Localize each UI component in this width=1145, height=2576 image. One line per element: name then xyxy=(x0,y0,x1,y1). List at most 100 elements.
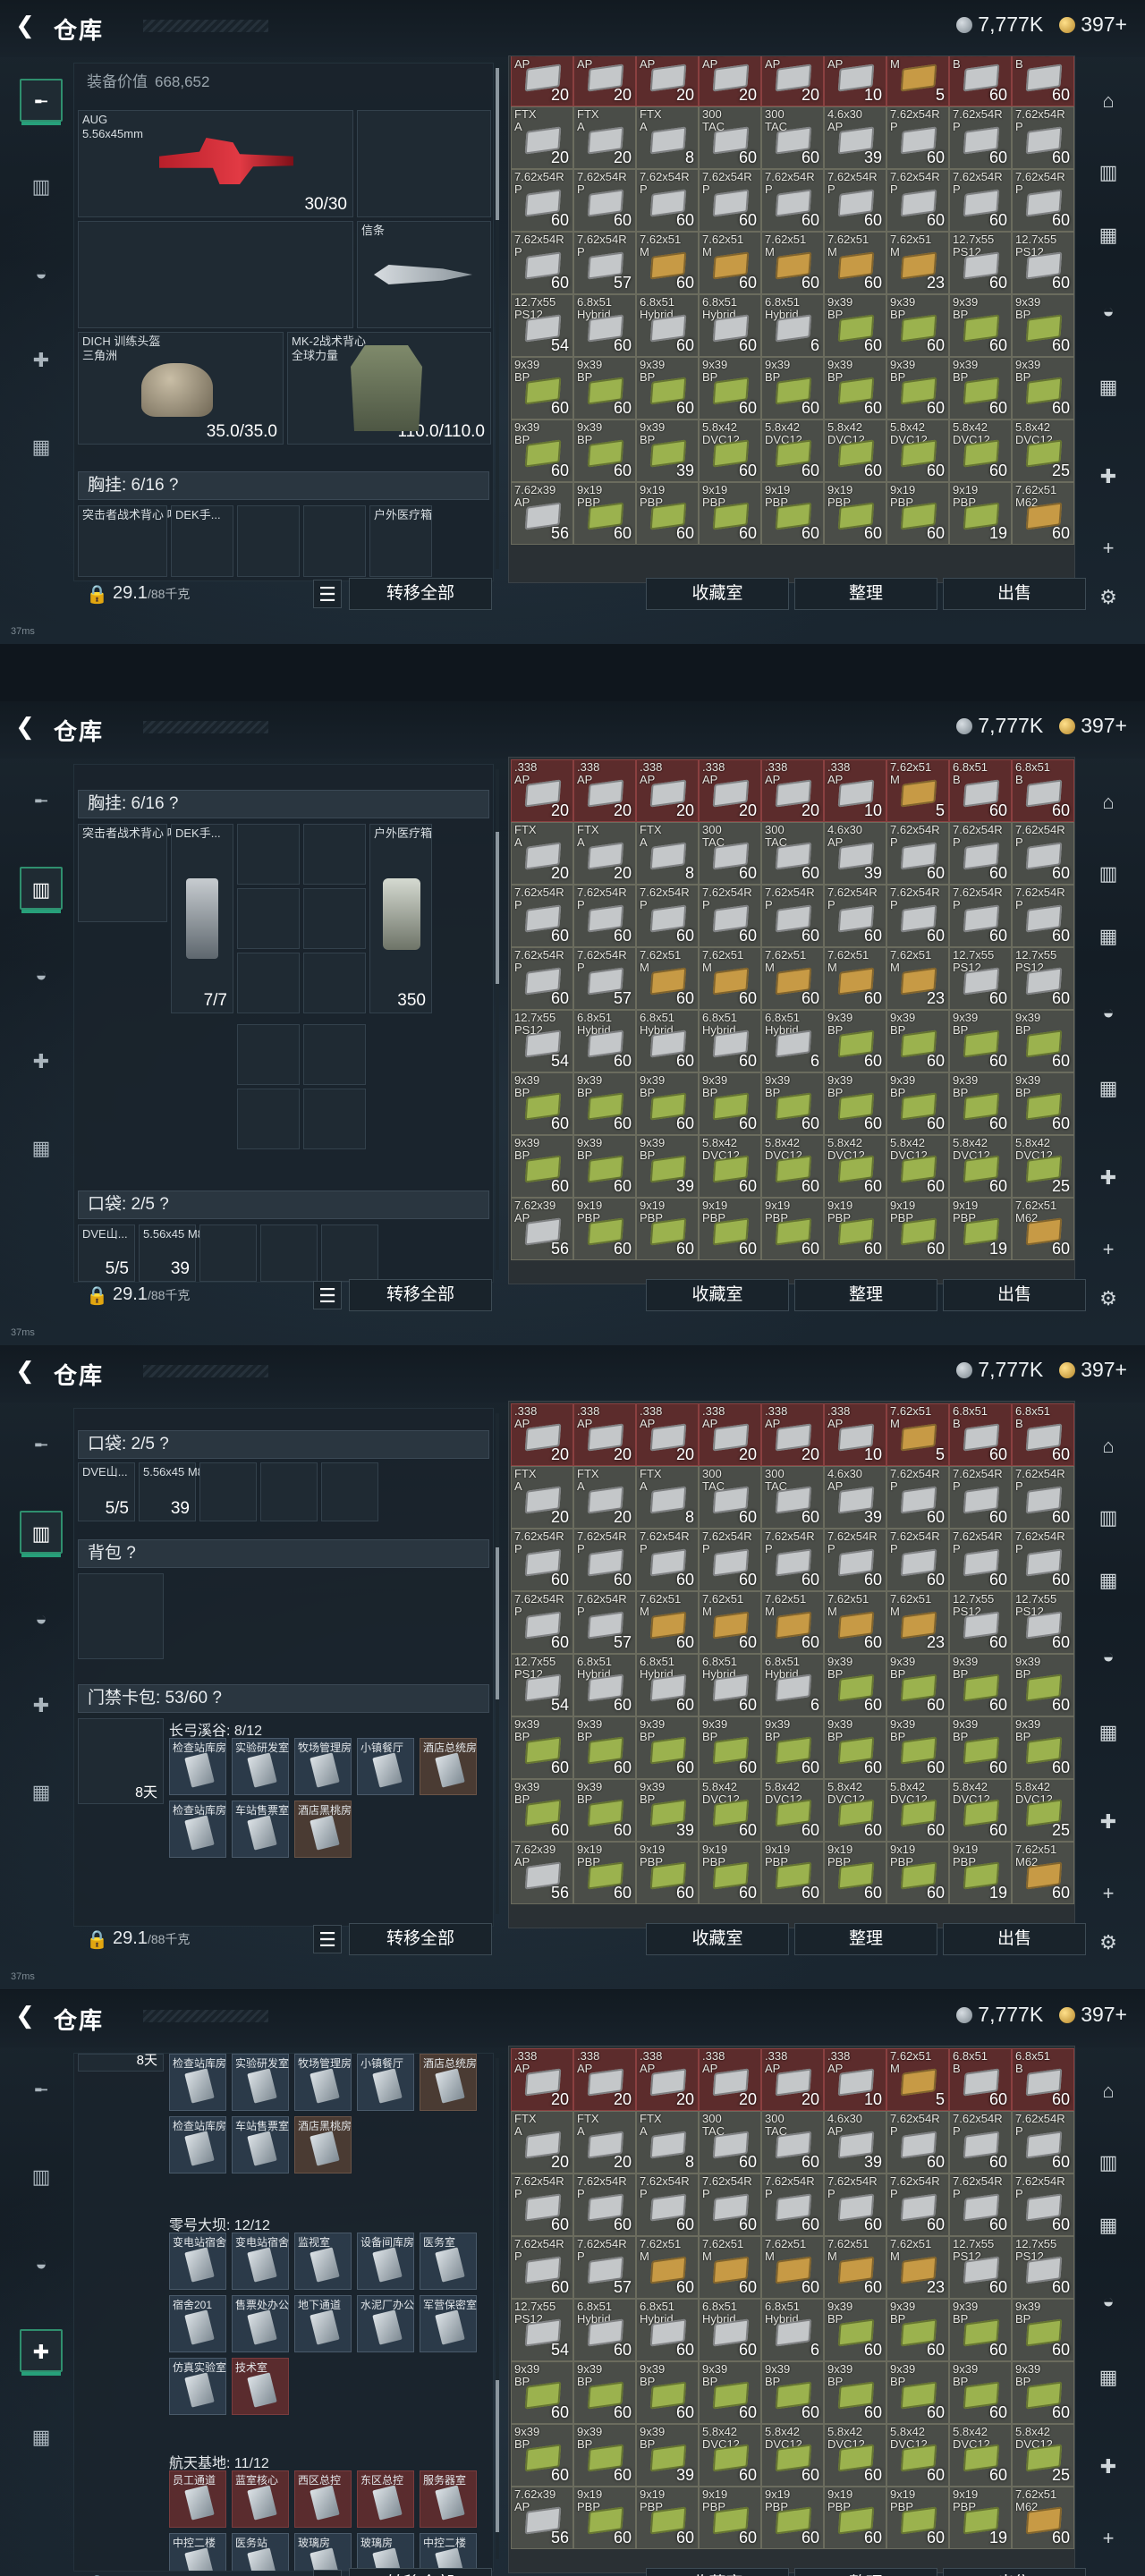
nav-helmet-tab[interactable]: ◒ xyxy=(20,2242,63,2285)
storage-item[interactable]: FTX A 20 xyxy=(511,1466,573,1529)
storage-item[interactable]: 7.62x54R P 60 xyxy=(573,2174,636,2236)
storage-item[interactable]: 9x39 BP 60 xyxy=(949,1072,1012,1135)
keycard-item[interactable]: 实验研发室 xyxy=(232,1738,289,1795)
keycard-item[interactable]: 宿舍201 xyxy=(169,2295,226,2352)
storage-item[interactable]: 9x39 BP 39 xyxy=(636,2424,699,2487)
storage-item[interactable]: 12.7x55 PS12 60 xyxy=(949,2236,1012,2299)
storage-item[interactable]: FTX A 20 xyxy=(511,106,573,169)
rail-helmet-button[interactable]: ◒ xyxy=(1090,1638,1127,1675)
storage-item[interactable]: .338 AP20 xyxy=(511,2048,573,2111)
storage-item[interactable]: 7.62x54R P 60 xyxy=(636,2174,699,2236)
chest-slot-empty[interactable] xyxy=(237,1089,300,1149)
storage-item[interactable]: 9x19 PBP 60 xyxy=(761,1198,824,1260)
backpack-slot[interactable] xyxy=(78,1573,164,1659)
collection-room-button[interactable]: 收藏室 xyxy=(646,578,789,610)
nav-vest-tab[interactable]: ▥ xyxy=(20,165,63,208)
gold-currency[interactable]: 397+ xyxy=(1059,13,1127,37)
gold-currency[interactable]: 397+ xyxy=(1059,2003,1127,2027)
storage-item[interactable]: .338 AP20 xyxy=(636,1403,699,1466)
storage-item[interactable]: 9x39 BP 39 xyxy=(636,419,699,482)
pocket-slot-empty[interactable] xyxy=(199,1462,257,1521)
storage-item[interactable]: 7.62x54R P 60 xyxy=(511,232,573,294)
keycard-item[interactable]: 服务器室 xyxy=(420,2470,477,2528)
storage-item[interactable]: .338 AP20 xyxy=(511,56,573,106)
chest-slot-empty[interactable] xyxy=(237,888,300,949)
rail-plus-button[interactable]: + xyxy=(1090,1875,1127,1912)
storage-item[interactable]: FTX A 20 xyxy=(573,1466,636,1529)
rail-medkit-button[interactable]: ✚ xyxy=(1090,458,1127,496)
storage-item[interactable]: .338 AP20 xyxy=(573,56,636,106)
storage-item[interactable]: 7.62x54R P 57 xyxy=(573,2236,636,2299)
list-view-button[interactable]: ☰ xyxy=(313,2570,342,2576)
storage-item[interactable]: 7.62x54R P 60 xyxy=(699,885,761,947)
storage-item[interactable]: 5.8x42 DVC12 60 xyxy=(949,1135,1012,1198)
storage-item[interactable]: 9x19 PBP 60 xyxy=(824,1198,886,1260)
storage-item[interactable]: 6.8x51 B60 xyxy=(1012,2048,1074,2111)
rail-medkit-button[interactable]: ✚ xyxy=(1090,1803,1127,1841)
chest-slot-empty[interactable] xyxy=(303,1024,366,1085)
storage-item[interactable]: 9x39 BP 60 xyxy=(761,2361,824,2424)
storage-item[interactable]: 7.62x39 AP 56 xyxy=(511,1842,573,1904)
storage-item[interactable]: 300 TAC 60 xyxy=(699,106,761,169)
keycard-item[interactable]: 售票处办公室 xyxy=(232,2295,289,2352)
storage-item[interactable]: 7.62x54R P 60 xyxy=(824,885,886,947)
storage-item[interactable]: 9x39 BP 60 xyxy=(949,357,1012,419)
equipment-scrollbar[interactable] xyxy=(496,68,499,569)
silver-currency[interactable]: 7,777K xyxy=(956,714,1043,738)
storage-item[interactable]: 7.62x51 M 60 xyxy=(699,947,761,1010)
storage-item[interactable]: 7.62x54R P 57 xyxy=(573,232,636,294)
nav-case-tab[interactable]: ▦ xyxy=(20,1127,63,1170)
storage-item[interactable]: 4.6x30 AP 39 xyxy=(824,2111,886,2174)
storage-item[interactable]: 9x19 PBP 60 xyxy=(761,1842,824,1904)
storage-item[interactable]: 6.8x51 Hybrid 60 xyxy=(636,294,699,357)
storage-item[interactable]: 7.62x51 M 60 xyxy=(636,1591,699,1654)
rail-shelter-button[interactable]: ⌂ xyxy=(1090,82,1127,120)
storage-item[interactable]: .338 AP10 xyxy=(824,759,886,822)
gold-currency[interactable]: 397+ xyxy=(1059,1358,1127,1382)
storage-item[interactable]: 7.62x51 M 60 xyxy=(636,2236,699,2299)
storage-item[interactable]: 7.62x54R P 60 xyxy=(1012,885,1074,947)
storage-item[interactable]: 7.62x54R P 60 xyxy=(636,885,699,947)
storage-item[interactable]: 7.62x51 M 60 xyxy=(824,1591,886,1654)
storage-item[interactable]: .338 AP10 xyxy=(824,56,886,106)
pocket-slot-empty[interactable] xyxy=(199,1224,257,1282)
storage-item[interactable]: 7.62x54R P 60 xyxy=(511,1529,573,1591)
storage-item[interactable]: .338 AP20 xyxy=(699,1403,761,1466)
storage-item[interactable]: 9x39 BP 60 xyxy=(573,1716,636,1779)
storage-item[interactable]: 6.8x51 Hybrid 6 xyxy=(761,2299,824,2361)
storage-item[interactable]: 9x39 BP 60 xyxy=(573,1779,636,1842)
storage-item[interactable]: 9x39 BP 60 xyxy=(886,294,949,357)
storage-item[interactable]: 7.62x54R P 60 xyxy=(886,1466,949,1529)
storage-item[interactable]: 9x19 PBP 60 xyxy=(573,482,636,545)
storage-item[interactable]: .338 AP20 xyxy=(573,759,636,822)
storage-item[interactable]: 4.6x30 AP 39 xyxy=(824,106,886,169)
rail-case-button[interactable]: ▦ xyxy=(1090,2359,1127,2396)
storage-item[interactable]: 7.62x54R P 60 xyxy=(511,885,573,947)
storage-item[interactable]: 12.7x55 PS12 60 xyxy=(949,232,1012,294)
storage-item[interactable]: 9x39 BP 60 xyxy=(699,1716,761,1779)
rail-plus-button[interactable]: + xyxy=(1090,2520,1127,2557)
storage-item[interactable]: 5.8x42 DVC12 60 xyxy=(699,419,761,482)
storage-item[interactable]: 9x39 BP 60 xyxy=(636,1072,699,1135)
storage-item[interactable]: 9x19 PBP 60 xyxy=(886,1842,949,1904)
equipment-scrollbar[interactable] xyxy=(496,1413,499,1914)
storage-item[interactable]: 7.62x51 M5 xyxy=(886,56,949,106)
storage-item[interactable]: 7.62x51 M 60 xyxy=(699,2236,761,2299)
keycard-item[interactable]: 员工通道 xyxy=(169,2470,226,2528)
storage-item[interactable]: 300 TAC 60 xyxy=(761,822,824,885)
rail-shelter-button[interactable]: ⌂ xyxy=(1090,784,1127,821)
storage-item[interactable]: 7.62x54R P 60 xyxy=(699,1529,761,1591)
sell-button[interactable]: 出售 xyxy=(943,2568,1086,2576)
storage-item[interactable]: 9x39 BP 60 xyxy=(824,2361,886,2424)
storage-item[interactable]: 7.62x54R P 60 xyxy=(511,947,573,1010)
storage-item[interactable]: 9x39 BP 60 xyxy=(511,1135,573,1198)
silver-currency[interactable]: 7,777K xyxy=(956,13,1043,37)
scroll-thumb[interactable] xyxy=(496,1547,499,1699)
keycard-item[interactable]: 西区总控 xyxy=(294,2470,352,2528)
equipment-scrollbar[interactable] xyxy=(496,2058,499,2559)
storage-item[interactable]: 5.8x42 DVC12 25 xyxy=(1012,1779,1074,1842)
storage-item[interactable]: 7.62x51 M 23 xyxy=(886,947,949,1010)
storage-item[interactable]: 9x39 BP 60 xyxy=(511,2361,573,2424)
keycard-item[interactable]: 医务室 xyxy=(420,2233,477,2290)
chest-slot-empty[interactable] xyxy=(237,1024,300,1085)
